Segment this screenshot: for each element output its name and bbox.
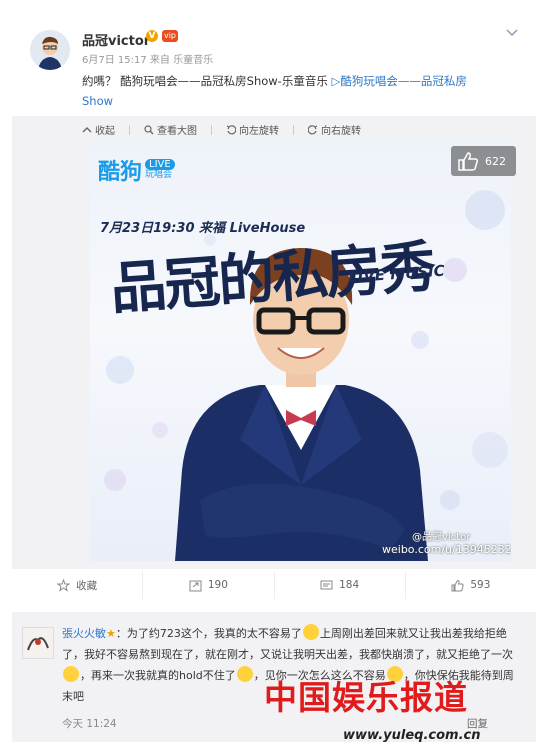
commenter-star-icon: ★: [106, 627, 116, 640]
comment-body-3: ，就又拒绝了一次: [425, 648, 513, 661]
poster-logo-text: 酷狗: [98, 160, 143, 185]
commenter-avatar[interactable]: [22, 627, 54, 659]
rotate-right-label: 向右旋转: [321, 126, 361, 137]
emoji-icon: [63, 666, 79, 682]
poster-image[interactable]: 酷狗 LIVE 玩唱会 7月23日19:30 来福 LiveHouse 品冠的私…: [90, 140, 511, 561]
poster-watermark-handle: @品冠victor: [412, 532, 471, 543]
repost-button[interactable]: 190: [142, 571, 273, 599]
rotate-left-label: 向左旋转: [239, 126, 279, 137]
poster-logo: 酷狗 LIVE 玩唱会: [98, 154, 175, 186]
rotate-right-icon: [308, 124, 318, 134]
collapse-label: 收起: [95, 126, 115, 137]
author-name[interactable]: 品冠victor: [82, 30, 150, 49]
repost-count: 190: [207, 579, 228, 591]
zoom-icon: [144, 124, 154, 134]
rotate-left-button[interactable]: 向左旋转: [226, 122, 279, 137]
image-like-count: 622: [485, 154, 506, 168]
poster-watermark-url: weibo.com/u/1394523250: [382, 543, 511, 556]
rotate-right-button[interactable]: 向右旋转: [308, 122, 361, 137]
rotate-left-icon: [226, 124, 236, 134]
image-like-badge[interactable]: 622: [451, 146, 516, 176]
poster-logo-live-1: LIVE: [145, 159, 175, 170]
like-count: 593: [470, 579, 491, 591]
post-link[interactable]: ▷酷狗玩唱会——品冠私房: [332, 74, 467, 88]
post-action-bar: 收藏 190 184 593: [12, 571, 536, 599]
collapse-icon: [82, 126, 92, 132]
watermark-url: www.yuleq.com.cn: [343, 728, 481, 743]
poster-art: [104, 190, 508, 561]
repost-icon: [189, 580, 202, 591]
comment-body-4: ，再来一次我就真的hold不住了: [80, 669, 236, 682]
comment-time: 今天 11:24: [62, 718, 117, 730]
verified-badge: V: [146, 30, 158, 42]
poster-logo-live-2: 玩唱会: [145, 170, 173, 180]
view-large-button[interactable]: 查看大图: [144, 122, 197, 137]
author-avatar[interactable]: [30, 30, 70, 70]
image-toolbar: 收起 查看大图 向左旋转 向右旋转: [82, 122, 361, 137]
post-link-wrap[interactable]: Show: [82, 94, 113, 108]
chevron-down-icon[interactable]: [505, 25, 519, 39]
member-badge-icon: vip: [162, 30, 178, 42]
comment-body-1: ：为了约723这个，我真的太不容易了: [115, 627, 302, 640]
emoji-icon: [236, 666, 253, 682]
post-meta: 6月7日 15:17 来自 乐童音乐: [82, 55, 214, 66]
view-large-label: 查看大图: [157, 126, 197, 137]
watermark-brand: 中国娱乐报道: [264, 678, 468, 717]
collapse-button[interactable]: 收起: [82, 122, 115, 137]
post-text: 約嗎？ 酷狗玩唱会——品冠私房Show-乐童音乐 ▷酷狗玩唱会——品冠私房 Sh…: [82, 71, 522, 111]
emoji-icon: [302, 624, 319, 640]
comment-count: 184: [339, 579, 360, 591]
post-text-body: 約嗎？ 酷狗玩唱会——品冠私房Show-乐童音乐: [82, 74, 332, 88]
like-button[interactable]: 593: [404, 571, 536, 599]
like-icon: [451, 579, 464, 591]
thumb-up-icon: [458, 152, 479, 171]
favorite-button[interactable]: 收藏: [12, 571, 142, 599]
comment-button[interactable]: 184: [273, 571, 405, 599]
poster-logo-live: LIVE 玩唱会: [145, 159, 175, 181]
star-icon: [57, 578, 71, 592]
comment-icon: [320, 580, 333, 589]
commenter-name[interactable]: 張火火敏: [62, 627, 106, 640]
favorite-label: 收藏: [76, 579, 98, 592]
